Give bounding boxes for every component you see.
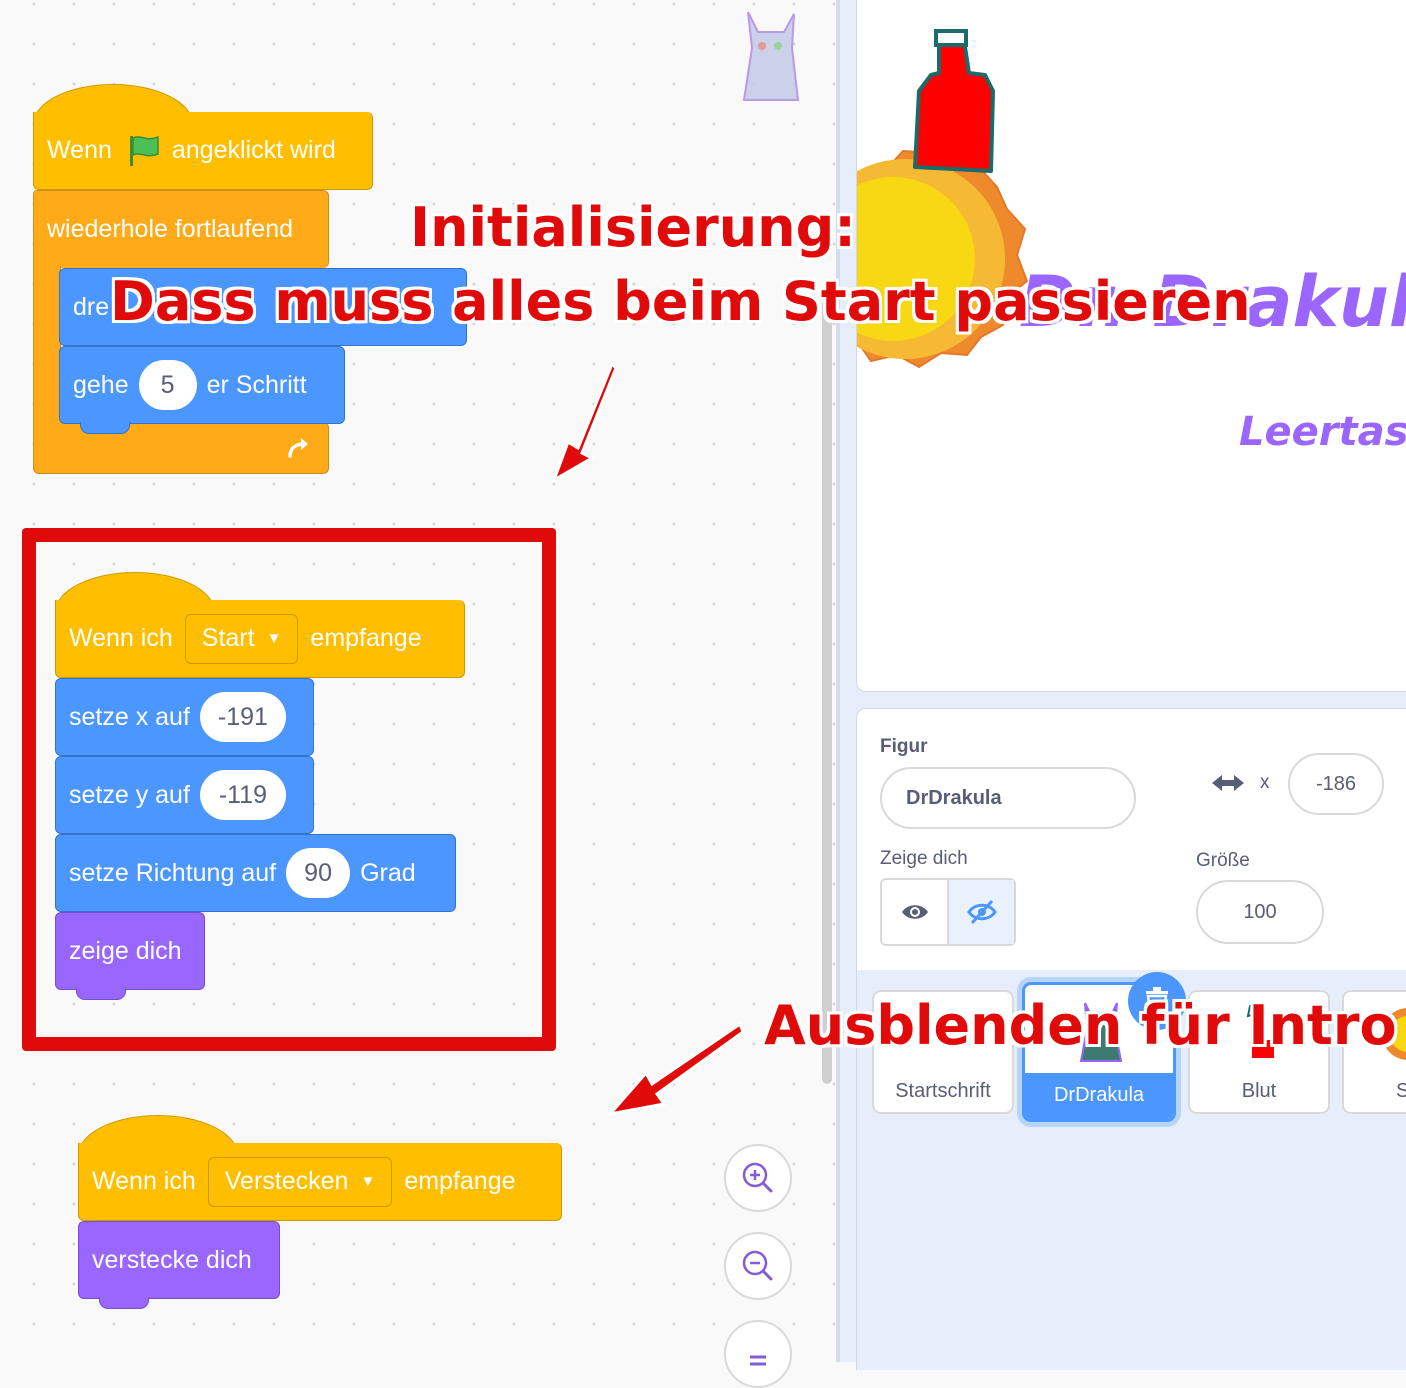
hat-suffix: empfange <box>404 1167 516 1195</box>
zoom-reset-icon <box>750 1355 766 1366</box>
when-i-receive-hide-block[interactable]: Wenn ich Verstecken ▼ empfange <box>78 1143 562 1221</box>
annotation-title-line1: Initialisierung: <box>410 196 856 259</box>
sprite-tile-name: DrDrakula <box>1053 1084 1145 1106</box>
annotation-title-line2: Dass muss alles beim Start passieren <box>110 270 1251 333</box>
eye-icon <box>901 905 928 919</box>
zoom-out-icon <box>742 1250 773 1281</box>
stage-artwork <box>857 29 1029 369</box>
show-label: Zeige dich <box>880 848 968 869</box>
forever-label: wiederhole fortlaufend <box>47 215 293 243</box>
message-dropdown[interactable]: Verstecken ▼ <box>207 1156 393 1207</box>
right-pane: Dr. Drakula Leertaste Figur DrDrakula x … <box>840 0 1406 1370</box>
stage-subtitle-text: Leertaste <box>1239 409 1406 455</box>
zoom-out-button[interactable] <box>724 1232 792 1300</box>
forever-loop-block[interactable]: wiederhole fortlaufend <box>33 190 329 268</box>
move-steps-input[interactable]: 5 <box>138 360 197 410</box>
sprite-tile-name: Startschrift <box>895 1080 991 1102</box>
block-notch <box>80 422 130 434</box>
zoom-reset-button[interactable] <box>724 1320 792 1388</box>
dropdown-arrow-icon: ▼ <box>360 1173 376 1190</box>
show-visible-button[interactable] <box>882 880 949 944</box>
stage[interactable]: Dr. Drakula Leertaste <box>856 0 1406 692</box>
show-toggle-group <box>880 878 1016 946</box>
highlight-frame <box>22 528 556 1051</box>
x-label: x <box>1260 772 1270 793</box>
forever-loop-bottom[interactable] <box>33 422 329 474</box>
show-hidden-button[interactable] <box>949 880 1014 944</box>
zoom-in-button[interactable] <box>724 1144 792 1212</box>
sprite-name-label: Figur <box>880 736 928 757</box>
annotation-arrow-bottom <box>606 1021 745 1117</box>
arrows-horizontal-icon <box>1212 775 1244 791</box>
sprite-name-input[interactable]: DrDrakula <box>880 767 1136 829</box>
forever-loop-arm <box>33 266 61 424</box>
zoom-in-icon <box>742 1162 773 1193</box>
hat-text-after: angeklickt wird <box>171 136 336 164</box>
sprite-tile-name: Blut <box>1241 1080 1277 1102</box>
block-notch <box>99 1297 149 1309</box>
move-suffix: er Schritt <box>206 370 307 399</box>
hat-text-before: Wenn <box>47 136 112 164</box>
hide-label: verstecke dich <box>92 1245 252 1274</box>
move-steps-block[interactable]: gehe 5 er Schritt <box>59 346 345 424</box>
size-label: Größe <box>1196 850 1250 871</box>
hide-block[interactable]: verstecke dich <box>78 1221 280 1299</box>
hat-prefix: Wenn ich <box>92 1167 196 1195</box>
annotation-arrow-down <box>551 361 618 484</box>
workspace-scrollbar[interactable] <box>822 300 832 1084</box>
annotation-bottom: Ausblenden für Intro <box>764 994 1397 1057</box>
size-input[interactable]: 100 <box>1196 880 1324 944</box>
turn-label: dre <box>73 292 110 321</box>
sprite-tile-name: S <box>1396 1080 1406 1102</box>
message-dropdown-value: Verstecken <box>224 1167 349 1195</box>
eye-slash-icon <box>966 899 997 925</box>
x-position-input[interactable]: -186 <box>1288 753 1384 815</box>
green-flag-icon <box>129 135 159 166</box>
sprite-preview-ghost <box>742 11 800 101</box>
loop-arrow-icon <box>288 438 308 458</box>
when-flag-clicked-block[interactable]: Wenn angeklickt wird <box>33 112 373 190</box>
move-label: gehe <box>73 370 129 399</box>
